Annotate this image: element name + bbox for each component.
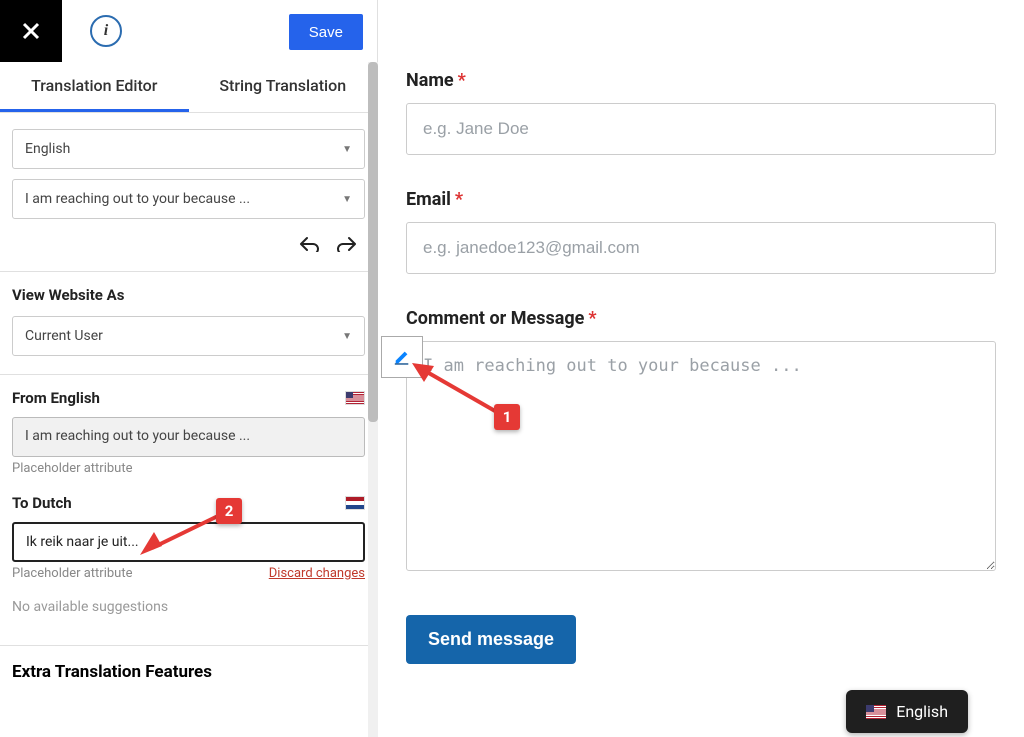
chevron-down-icon: ▼ xyxy=(342,194,352,205)
target-attr-note: Placeholder attribute xyxy=(12,566,132,581)
save-button[interactable]: Save xyxy=(289,14,363,50)
string-select[interactable]: I am reaching out to your because ... ▼ xyxy=(12,179,365,219)
sidebar-body: English ▼ I am reaching out to your beca… xyxy=(0,113,377,737)
sidebar-tabs: Translation Editor String Translation xyxy=(0,62,377,113)
sidebar-scrollbar[interactable] xyxy=(368,62,378,737)
name-input[interactable] xyxy=(406,103,996,155)
annotation-callout-1: 1 xyxy=(494,404,520,430)
flag-nl-icon xyxy=(345,496,365,510)
language-select[interactable]: English ▼ xyxy=(12,129,365,169)
view-as-value: Current User xyxy=(25,328,103,344)
source-attr-note: Placeholder attribute xyxy=(12,461,365,476)
pencil-icon xyxy=(393,348,411,366)
redo-icon xyxy=(337,236,357,252)
source-text-box: I am reaching out to your because ... xyxy=(12,417,365,457)
translation-sidebar: i Save Translation Editor String Transla… xyxy=(0,0,378,737)
required-mark: * xyxy=(458,70,466,91)
discard-changes-link[interactable]: Discard changes xyxy=(269,566,365,581)
redo-button[interactable] xyxy=(337,233,357,257)
close-button[interactable] xyxy=(0,0,62,62)
annotation-callout-2: 2 xyxy=(216,498,242,524)
flag-us-icon xyxy=(866,705,886,719)
flag-us-icon xyxy=(345,391,365,405)
sidebar-topbar: i Save xyxy=(0,0,377,62)
close-icon xyxy=(21,21,41,41)
name-label: Name* xyxy=(406,70,996,91)
source-text: I am reaching out to your because ... xyxy=(25,428,250,444)
no-suggestions-text: No available suggestions xyxy=(12,599,365,615)
extra-features-heading: Extra Translation Features xyxy=(0,645,377,692)
chevron-down-icon: ▼ xyxy=(342,331,352,342)
required-mark: * xyxy=(588,308,596,329)
language-switcher-label: English xyxy=(896,702,948,721)
undo-button[interactable] xyxy=(299,233,319,257)
info-button[interactable]: i xyxy=(90,15,122,47)
scrollbar-thumb[interactable] xyxy=(368,62,378,422)
language-select-value: English xyxy=(25,141,70,157)
language-switcher[interactable]: English xyxy=(846,690,968,733)
info-icon: i xyxy=(104,22,108,40)
undo-redo-row xyxy=(12,229,365,271)
tab-string-translation[interactable]: String Translation xyxy=(189,62,378,112)
message-label: Comment or Message* xyxy=(406,308,996,329)
tab-translation-editor[interactable]: Translation Editor xyxy=(0,62,189,112)
email-label: Email* xyxy=(406,189,996,210)
send-message-button[interactable]: Send message xyxy=(406,615,576,664)
to-lang-heading: To Dutch xyxy=(12,494,72,512)
contact-form: Name* Email* Comment or Message* Send me… xyxy=(378,0,1024,664)
from-lang-heading: From English xyxy=(12,389,100,407)
string-select-value: I am reaching out to your because ... xyxy=(25,191,250,207)
required-mark: * xyxy=(455,189,463,210)
chevron-down-icon: ▼ xyxy=(342,144,352,155)
view-as-select[interactable]: Current User ▼ xyxy=(12,316,365,356)
undo-icon xyxy=(299,236,319,252)
view-as-heading: View Website As xyxy=(12,286,365,304)
email-input[interactable] xyxy=(406,222,996,274)
